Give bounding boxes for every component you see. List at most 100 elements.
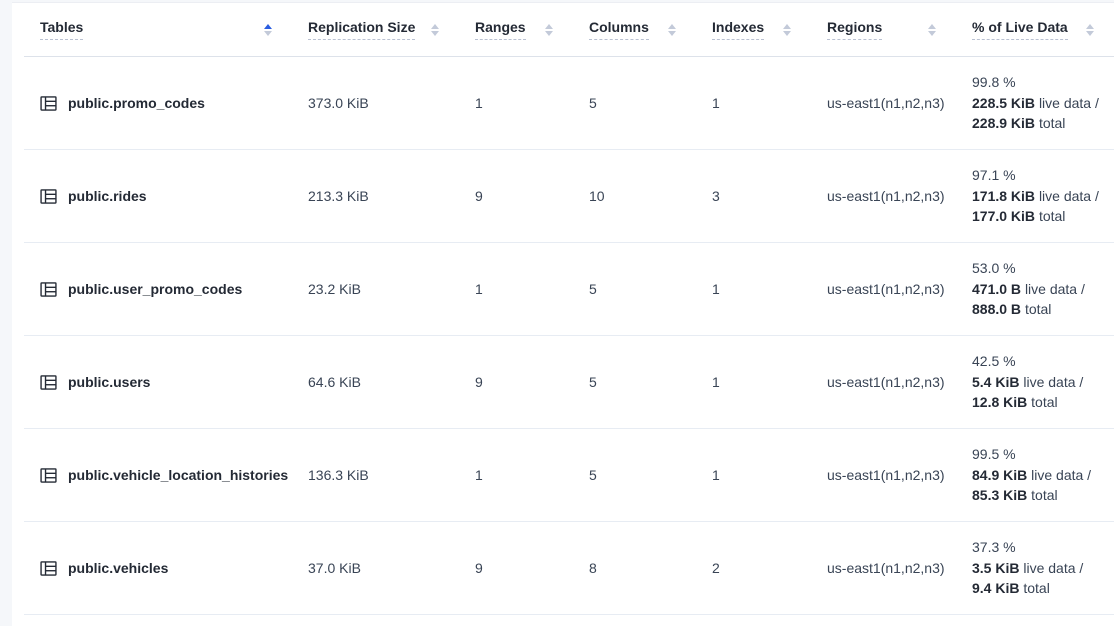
table-body: public.promo_codes 373.0 KiB 1 5 1 us-ea…: [24, 57, 1114, 615]
table-name-link[interactable]: public.rides: [68, 188, 147, 204]
column-header-label[interactable]: Ranges: [475, 19, 526, 40]
sort-desc-icon[interactable]: [264, 31, 272, 36]
columns-cell: 5: [573, 95, 696, 111]
sort-asc-icon[interactable]: [928, 24, 936, 29]
live-data-line: 5.4 KiB live data /: [972, 372, 1114, 393]
sort-desc-icon[interactable]: [928, 31, 936, 36]
live-data-line: 171.8 KiB live data /: [972, 186, 1114, 207]
table-icon: [40, 374, 57, 391]
column-header[interactable]: Columns: [573, 19, 696, 40]
column-header-label[interactable]: Columns: [589, 19, 649, 40]
sort-arrows-icon[interactable]: [431, 24, 439, 36]
column-header[interactable]: Tables: [24, 19, 292, 40]
columns-cell: 5: [573, 467, 696, 483]
regions-cell: us-east1(n1,n2,n3): [811, 95, 956, 111]
column-header-label[interactable]: Tables: [40, 19, 83, 40]
sort-desc-icon[interactable]: [668, 31, 676, 36]
tables-panel: Tables Replication Size Ranges Columns I…: [12, 2, 1114, 626]
ranges-cell: 9: [459, 374, 573, 390]
table-row[interactable]: public.rides 213.3 KiB 9 10 3 us-east1(n…: [24, 150, 1114, 243]
live-data-percent: 53.0 %: [972, 258, 1114, 279]
column-header[interactable]: Replication Size: [292, 19, 459, 40]
sort-desc-icon[interactable]: [545, 31, 553, 36]
ranges-cell: 1: [459, 467, 573, 483]
sort-arrows-icon[interactable]: [783, 24, 791, 36]
total-data-line: 12.8 KiB total: [972, 392, 1114, 413]
table-name-cell: public.user_promo_codes: [24, 281, 292, 298]
indexes-cell: 1: [696, 95, 811, 111]
table-name-cell: public.vehicles: [24, 560, 292, 577]
indexes-cell: 3: [696, 188, 811, 204]
regions-cell: us-east1(n1,n2,n3): [811, 188, 956, 204]
live-data-cell: 99.5 % 84.9 KiB live data / 85.3 KiB tot…: [956, 444, 1114, 506]
column-header[interactable]: Ranges: [459, 19, 573, 40]
column-header-label[interactable]: Regions: [827, 19, 882, 40]
sort-asc-icon[interactable]: [264, 24, 272, 29]
table-name-link[interactable]: public.user_promo_codes: [68, 281, 242, 297]
replication-size-cell: 37.0 KiB: [292, 560, 459, 576]
columns-cell: 10: [573, 188, 696, 204]
table-icon: [40, 281, 57, 298]
live-data-line: 228.5 KiB live data /: [972, 93, 1114, 114]
indexes-cell: 1: [696, 281, 811, 297]
sort-desc-icon[interactable]: [1086, 31, 1094, 36]
table-row[interactable]: public.vehicles 37.0 KiB 9 8 2 us-east1(…: [24, 522, 1114, 615]
table-row[interactable]: public.promo_codes 373.0 KiB 1 5 1 us-ea…: [24, 57, 1114, 150]
table-name-cell: public.vehicle_location_histories: [24, 467, 292, 484]
total-data-line: 888.0 B total: [972, 299, 1114, 320]
sort-arrows-icon[interactable]: [545, 24, 553, 36]
live-data-cell: 97.1 % 171.8 KiB live data / 177.0 KiB t…: [956, 165, 1114, 227]
sort-asc-icon[interactable]: [783, 24, 791, 29]
total-data-line: 177.0 KiB total: [972, 206, 1114, 227]
total-data-line: 85.3 KiB total: [972, 485, 1114, 506]
regions-cell: us-east1(n1,n2,n3): [811, 560, 956, 576]
table-header-row: Tables Replication Size Ranges Columns I…: [24, 3, 1114, 57]
table-name-cell: public.rides: [24, 188, 292, 205]
total-data-line: 9.4 KiB total: [972, 578, 1114, 599]
regions-cell: us-east1(n1,n2,n3): [811, 467, 956, 483]
tables-table: Tables Replication Size Ranges Columns I…: [24, 3, 1114, 615]
table-row[interactable]: public.vehicle_location_histories 136.3 …: [24, 429, 1114, 522]
column-header[interactable]: % of Live Data: [956, 19, 1114, 40]
live-data-percent: 99.8 %: [972, 72, 1114, 93]
column-header-label[interactable]: % of Live Data: [972, 19, 1068, 40]
live-data-cell: 37.3 % 3.5 KiB live data / 9.4 KiB total: [956, 537, 1114, 599]
table-name-cell: public.users: [24, 374, 292, 391]
column-header-label[interactable]: Indexes: [712, 19, 764, 40]
sort-arrows-icon[interactable]: [928, 24, 936, 36]
live-data-cell: 42.5 % 5.4 KiB live data / 12.8 KiB tota…: [956, 351, 1114, 413]
table-name-link[interactable]: public.promo_codes: [68, 95, 205, 111]
ranges-cell: 9: [459, 188, 573, 204]
live-data-percent: 42.5 %: [972, 351, 1114, 372]
replication-size-cell: 373.0 KiB: [292, 95, 459, 111]
table-row[interactable]: public.user_promo_codes 23.2 KiB 1 5 1 u…: [24, 243, 1114, 336]
live-data-percent: 37.3 %: [972, 537, 1114, 558]
live-data-cell: 53.0 % 471.0 B live data / 888.0 B total: [956, 258, 1114, 320]
replication-size-cell: 213.3 KiB: [292, 188, 459, 204]
sort-arrows-icon[interactable]: [1086, 24, 1094, 36]
sort-asc-icon[interactable]: [1086, 24, 1094, 29]
sort-desc-icon[interactable]: [783, 31, 791, 36]
sort-desc-icon[interactable]: [431, 31, 439, 36]
table-icon: [40, 188, 57, 205]
column-header-label[interactable]: Replication Size: [308, 19, 415, 40]
live-data-line: 84.9 KiB live data /: [972, 465, 1114, 486]
table-icon: [40, 560, 57, 577]
ranges-cell: 9: [459, 560, 573, 576]
columns-cell: 5: [573, 374, 696, 390]
indexes-cell: 1: [696, 374, 811, 390]
column-header[interactable]: Regions: [811, 19, 956, 40]
sort-asc-icon[interactable]: [545, 24, 553, 29]
sort-arrows-icon[interactable]: [264, 24, 272, 36]
replication-size-cell: 23.2 KiB: [292, 281, 459, 297]
ranges-cell: 1: [459, 281, 573, 297]
sort-arrows-icon[interactable]: [668, 24, 676, 36]
sort-asc-icon[interactable]: [668, 24, 676, 29]
sort-asc-icon[interactable]: [431, 24, 439, 29]
table-row[interactable]: public.users 64.6 KiB 9 5 1 us-east1(n1,…: [24, 336, 1114, 429]
column-header[interactable]: Indexes: [696, 19, 811, 40]
table-name-link[interactable]: public.users: [68, 374, 150, 390]
live-data-line: 3.5 KiB live data /: [972, 558, 1114, 579]
table-name-link[interactable]: public.vehicle_location_histories: [68, 467, 288, 483]
table-name-link[interactable]: public.vehicles: [68, 560, 168, 576]
